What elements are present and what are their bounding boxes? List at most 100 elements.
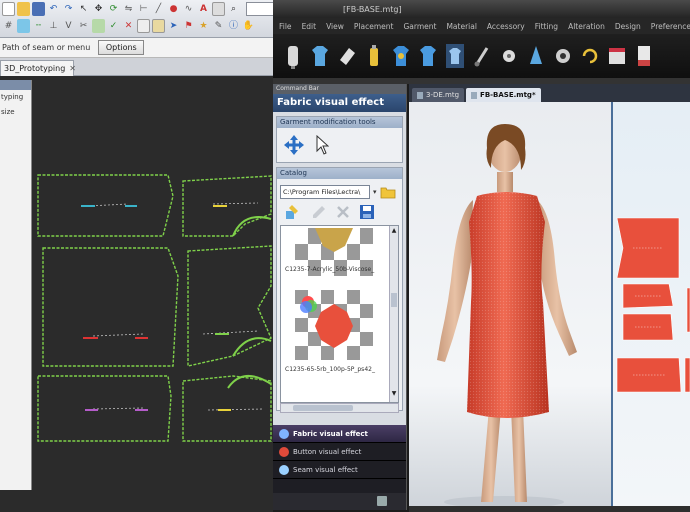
options-button[interactable]: Options (98, 40, 145, 55)
property-item[interactable] (0, 366, 31, 381)
dress-form-icon[interactable] (283, 42, 303, 70)
star-icon[interactable]: ★ (197, 19, 210, 33)
flag-icon[interactable]: ⚑ (182, 19, 195, 33)
undo-icon[interactable]: ↶ (47, 2, 60, 16)
property-item[interactable] (0, 322, 31, 337)
property-item[interactable] (0, 279, 31, 294)
garment-fit-icon[interactable] (445, 42, 465, 70)
save-icon[interactable] (359, 204, 375, 220)
apply-fabric-icon[interactable] (284, 203, 302, 221)
cut-icon[interactable]: ✂ (77, 19, 90, 33)
effect-tab-0[interactable]: Fabric visual effect (273, 425, 406, 443)
property-item[interactable] (0, 453, 31, 468)
save-icon[interactable] (32, 2, 45, 16)
property-item[interactable] (0, 438, 31, 453)
menu-accessory[interactable]: Accessory (487, 22, 525, 31)
text-icon[interactable]: A (197, 2, 210, 16)
rotate-icon[interactable]: ⟳ (107, 2, 120, 16)
grid-icon[interactable]: # (2, 19, 15, 33)
point-icon[interactable]: ● (167, 2, 180, 16)
pattern-piece-back-skirt[interactable] (187, 245, 272, 367)
menu-file[interactable]: File (279, 22, 292, 31)
property-item[interactable] (0, 148, 31, 163)
arrow-icon[interactable]: ➤ (167, 19, 180, 33)
view-tab-0[interactable]: 3-DE.mtg (412, 88, 465, 102)
panel-menu-icon[interactable] (377, 496, 387, 506)
layer-icon[interactable] (92, 19, 105, 33)
print-icon[interactable] (212, 2, 225, 16)
property-item[interactable] (0, 206, 31, 221)
property-item[interactable] (0, 177, 31, 192)
document-icon[interactable] (634, 42, 654, 70)
swatch-horizontal-scrollbar[interactable] (280, 403, 399, 413)
pattern-canvas[interactable] (33, 76, 273, 512)
pattern-piece-lower-right[interactable] (182, 375, 272, 442)
menu-preferences[interactable]: Preferences (651, 22, 690, 31)
piece-icon[interactable] (17, 19, 30, 33)
property-item[interactable] (0, 119, 31, 134)
menu-placement[interactable]: Placement (354, 22, 394, 31)
check-icon[interactable]: ✓ (107, 19, 120, 33)
seam-icon[interactable]: ╌ (32, 19, 45, 33)
swatch-list-scrollbar[interactable]: ▲ ▼ (389, 226, 398, 402)
menu-alteration[interactable]: Alteration (568, 22, 605, 31)
accessory-icon[interactable] (526, 42, 546, 70)
brush-icon[interactable] (472, 42, 492, 70)
fabric-icon[interactable] (607, 42, 627, 70)
menu-view[interactable]: View (326, 22, 344, 31)
h-scroll-thumb[interactable] (293, 405, 353, 411)
rotate-model-icon[interactable] (580, 42, 600, 70)
swatch-2[interactable] (295, 290, 373, 364)
menu-garment[interactable]: Garment (403, 22, 436, 31)
paste-icon[interactable] (152, 19, 165, 33)
effect-tab-1[interactable]: Button visual effect (273, 443, 406, 461)
new-icon[interactable] (2, 2, 15, 16)
move-arrows-icon[interactable] (283, 134, 305, 156)
property-item[interactable] (0, 351, 31, 366)
view-tab-1[interactable]: FB-BASE.mtg* (466, 88, 541, 102)
property-item[interactable] (0, 192, 31, 207)
shirt-icon[interactable] (310, 42, 330, 70)
3d-viewport[interactable] (409, 102, 611, 506)
pattern-piece-front-skirt[interactable] (42, 247, 179, 367)
property-item[interactable] (0, 409, 31, 424)
pen-icon[interactable]: ✎ (212, 19, 225, 33)
redo-icon[interactable]: ↷ (62, 2, 75, 16)
move-icon[interactable]: ✥ (92, 2, 105, 16)
delete-icon[interactable]: ✕ (122, 19, 135, 33)
hand-icon[interactable]: ✋ (242, 19, 255, 33)
fabric-swatch-list[interactable]: C1235-7-Acrylic_50b-Viscose_ C1235-65-5r… (280, 225, 399, 403)
catalog-path-field[interactable]: C:\Program Files\Lectra\ (280, 185, 370, 199)
curve-icon[interactable]: ∿ (182, 2, 195, 16)
copy-icon[interactable] (137, 19, 150, 33)
property-item[interactable]: size (0, 105, 31, 120)
bottle-icon[interactable] (364, 42, 384, 70)
zoom-icon[interactable]: ⌕ (227, 2, 240, 16)
scroll-up-icon[interactable]: ▲ (390, 226, 398, 235)
property-item[interactable] (0, 250, 31, 265)
dart-icon[interactable]: V (62, 19, 75, 33)
property-item[interactable] (0, 395, 31, 410)
close-icon[interactable]: ✕ (69, 64, 76, 73)
menu-fitting[interactable]: Fitting (535, 22, 558, 31)
property-item[interactable] (0, 308, 31, 323)
eraser-icon[interactable] (337, 42, 357, 70)
info-icon[interactable]: ⓘ (227, 19, 240, 33)
menu-edit[interactable]: Edit (302, 22, 317, 31)
effect-tab-2[interactable]: Seam visual effect (273, 461, 406, 479)
property-item[interactable] (0, 134, 31, 149)
2d-piece-5[interactable] (684, 357, 690, 393)
property-item[interactable]: typing (0, 90, 31, 105)
garment-blue-icon[interactable] (391, 42, 411, 70)
folder-icon[interactable] (380, 185, 396, 199)
button-tool-icon[interactable] (499, 42, 519, 70)
property-item[interactable] (0, 467, 31, 482)
zoom-combo[interactable] (246, 2, 273, 16)
menu-design[interactable]: Design (615, 22, 641, 31)
mirror-icon[interactable]: ⇋ (122, 2, 135, 16)
pointer-icon[interactable] (315, 135, 329, 155)
pattern-piece-lower-left[interactable] (37, 375, 172, 442)
open-folder-icon[interactable] (17, 2, 30, 16)
property-item[interactable] (0, 380, 31, 395)
property-item[interactable] (0, 264, 31, 279)
